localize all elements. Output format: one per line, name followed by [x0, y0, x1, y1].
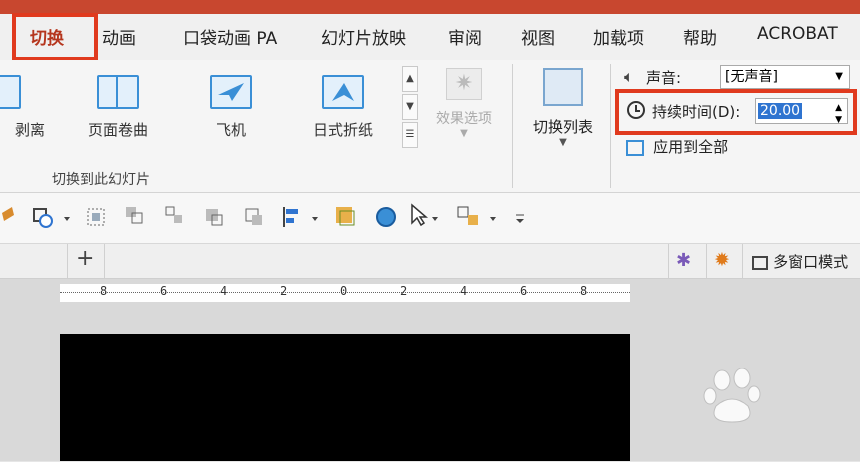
align-icon[interactable] — [283, 207, 318, 227]
switch-list-button[interactable]: 切换列表 ▼ — [526, 68, 600, 148]
baidu-watermark-logo — [660, 367, 850, 458]
format-painter-icon[interactable] — [2, 207, 14, 221]
apply-all-button[interactable]: 应用到全部 — [626, 136, 728, 157]
panel-tab-bar: + ✱ ✹ 多窗口模式 — [0, 244, 860, 279]
tab-addins[interactable]: 加载项 — [593, 24, 644, 49]
bring-forward-icon[interactable] — [126, 207, 143, 224]
peel-icon — [0, 75, 21, 109]
bring-front-icon[interactable] — [206, 209, 223, 226]
toolbar-more-icon[interactable] — [516, 214, 524, 223]
group-label-transition: 切换到此幻灯片 — [52, 172, 150, 188]
tab-view[interactable]: 视图 — [521, 24, 555, 49]
group-icon[interactable] — [87, 208, 105, 226]
scroll-up-icon[interactable]: ▲ — [402, 66, 418, 92]
separator — [67, 244, 68, 278]
sound-label: 声音: — [646, 69, 682, 87]
magic-wand-icon[interactable]: ✱ — [676, 250, 691, 271]
separator — [668, 244, 669, 278]
settings-gear-icon[interactable]: ✹ — [714, 249, 730, 271]
separator — [610, 64, 611, 188]
outline-color-icon[interactable] — [376, 207, 396, 227]
airplane-icon — [210, 75, 252, 109]
page-curl-icon — [97, 75, 139, 109]
separator — [706, 244, 707, 278]
slide-canvas[interactable] — [60, 334, 630, 461]
scroll-down-icon[interactable]: ▼ — [402, 94, 418, 120]
multiwindow-button[interactable]: 多窗口模式 — [752, 251, 848, 272]
effect-options-icon: ✷ — [446, 68, 482, 100]
separator — [104, 244, 105, 278]
separator — [512, 64, 513, 188]
shape-icon[interactable] — [33, 208, 70, 228]
highlight-box-duration — [615, 89, 857, 135]
send-backward-icon[interactable] — [165, 206, 182, 223]
tab-slideshow[interactable]: 幻灯片放映 — [321, 24, 406, 49]
switch-list-icon — [543, 68, 583, 106]
ribbon-tabs: 切换 动画 口袋动画 PA 幻灯片放映 审阅 视图 加载项 帮助 ACROBAT — [0, 14, 860, 60]
drawing-toolbar — [0, 193, 860, 244]
chevron-down-icon: ▼ — [835, 71, 843, 82]
sound-select[interactable]: [无声音] ▼ — [720, 65, 850, 89]
arrange-icon[interactable] — [457, 206, 496, 225]
transition-airplane[interactable]: 飞机 — [186, 75, 276, 140]
speaker-icon: 🔈︎ — [624, 67, 634, 86]
send-back-icon[interactable] — [245, 208, 262, 225]
gallery-more-icon[interactable]: ☰ — [402, 122, 418, 148]
tab-review[interactable]: 审阅 — [448, 24, 482, 49]
pointer-icon[interactable] — [411, 203, 438, 227]
separator — [742, 244, 743, 278]
tab-pocket-animation[interactable]: 口袋动画 PA — [183, 24, 277, 49]
effect-options-button[interactable]: ✷ 效果选项 ▼ — [428, 68, 500, 139]
tab-animations[interactable]: 动画 — [102, 24, 136, 49]
transition-page-curl[interactable]: 页面卷曲 — [73, 75, 163, 140]
transition-peel[interactable]: 剥离 — [0, 75, 45, 140]
tab-acrobat[interactable]: ACROBAT — [757, 24, 838, 44]
tab-help[interactable]: 帮助 — [683, 24, 717, 49]
dropdown-arrow-icon: ▼ — [559, 137, 567, 148]
window-icon — [752, 255, 768, 270]
horizontal-ruler: 8 6 4 2 0 2 4 6 8 — [60, 284, 630, 302]
title-strip — [0, 0, 860, 14]
origami-icon — [322, 75, 364, 109]
fill-color-icon[interactable] — [336, 207, 355, 226]
transition-origami[interactable]: 日式折纸 — [298, 75, 388, 140]
gallery-scroll[interactable]: ▲ ▼ ☰ — [402, 66, 418, 148]
highlight-box-transitions-tab — [12, 13, 98, 61]
dropdown-arrow-icon: ▼ — [460, 128, 468, 139]
add-tab-button[interactable]: + — [76, 246, 94, 271]
apply-all-icon — [626, 139, 644, 156]
